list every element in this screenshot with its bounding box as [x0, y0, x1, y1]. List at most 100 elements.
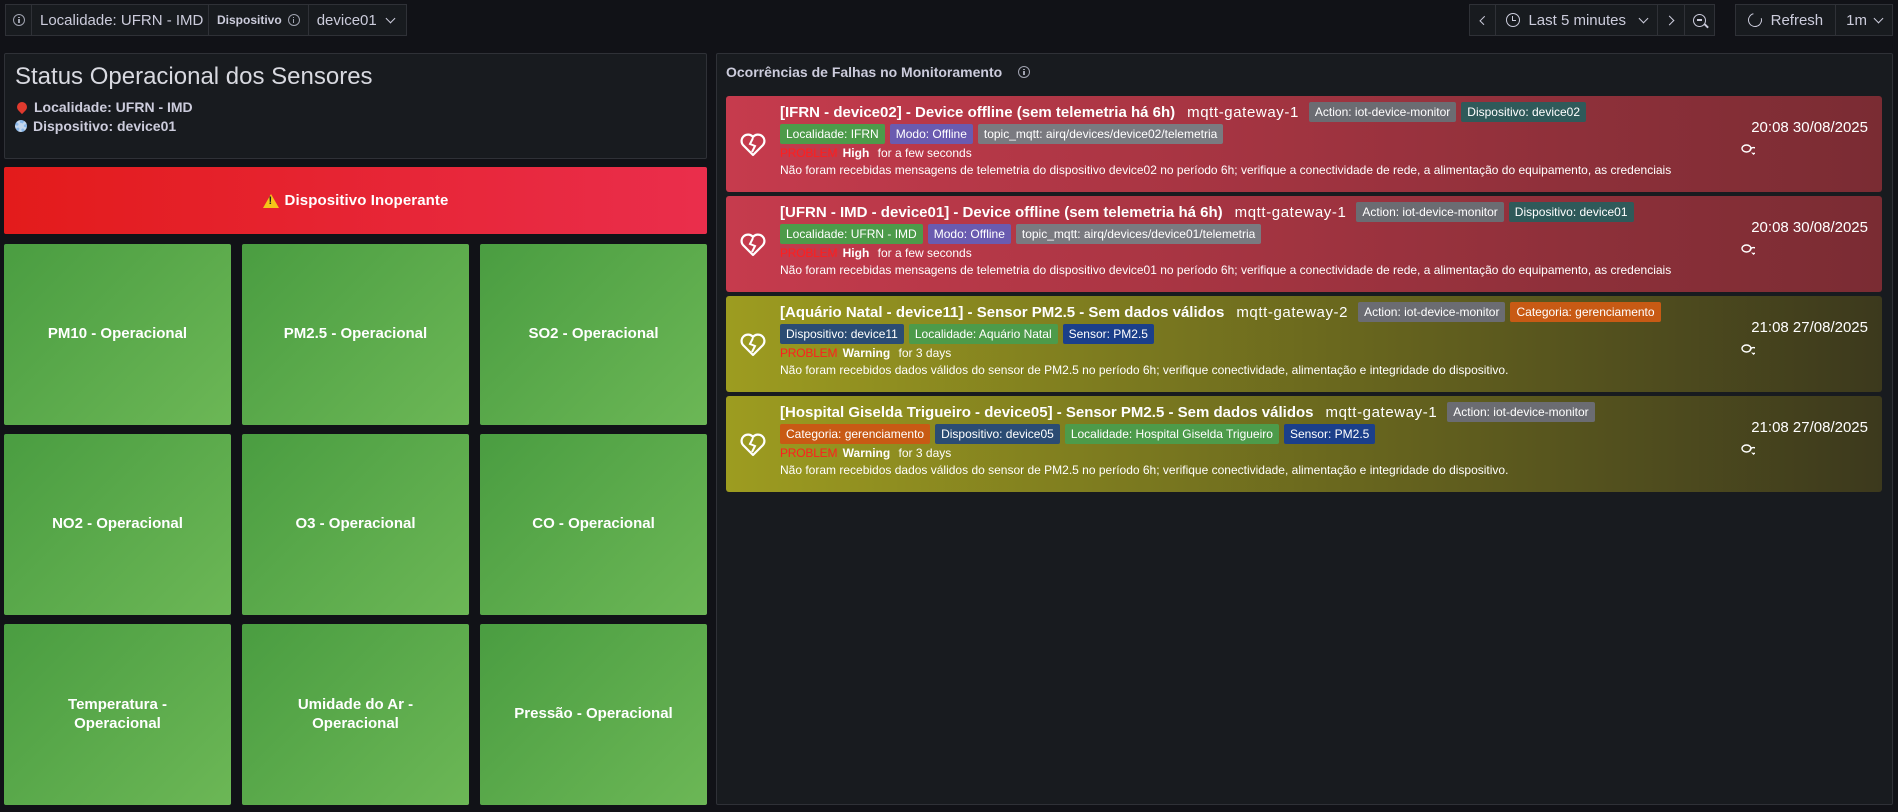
- alert-title: [UFRN - IMD - device01] - Device offline…: [780, 203, 1223, 221]
- sensor-tile-pm25: PM2.5 - Operacional: [242, 244, 469, 425]
- sensor-tile-so2: SO2 - Operacional: [480, 244, 707, 425]
- alert-state: PROBLEM: [780, 146, 838, 160]
- alert-time: 21:08 27/08/2025: [1751, 319, 1868, 336]
- dispositivo-label-text: Dispositivo: [217, 13, 282, 27]
- alert-duration: for 3 days: [898, 346, 952, 360]
- info-icon: [287, 14, 300, 26]
- time-picker: Last 5 minutes: [1469, 4, 1715, 36]
- comments-icon[interactable]: [1741, 144, 1755, 155]
- info-icon[interactable]: [1018, 66, 1031, 78]
- refresh-interval-select[interactable]: 1m: [1836, 4, 1893, 36]
- alert-severity: Warning: [842, 346, 891, 360]
- alert-tag[interactable]: Sensor: PM2.5: [1283, 424, 1376, 444]
- alert-tag[interactable]: Dispositivo: device11: [780, 324, 904, 344]
- alert-tag[interactable]: Localidade: IFRN: [780, 124, 885, 144]
- alert-tag[interactable]: Localidade: UFRN - IMD: [780, 224, 923, 244]
- sensor-label: Umidade do Ar - Operacional: [297, 695, 414, 732]
- alert-duration: for 3 days: [898, 446, 952, 460]
- time-range-select[interactable]: Last 5 minutes: [1496, 4, 1658, 36]
- alert-time: 20:08 30/08/2025: [1751, 219, 1868, 236]
- sensor-label: O3 - Operacional: [295, 515, 416, 533]
- alert-state-row: PROBLEM High for a few seconds: [780, 145, 1872, 161]
- alert-source: mqtt-gateway-1: [1325, 403, 1438, 421]
- alert-source: mqtt-gateway-1: [1187, 103, 1299, 121]
- alert-item[interactable]: [Hospital Giselda Trigueiro - device05] …: [726, 396, 1882, 492]
- broken-heart-icon: [740, 233, 766, 257]
- localidade-info[interactable]: [5, 4, 32, 36]
- status-panel: Status Operacional dos Sensores Localida…: [4, 53, 707, 159]
- time-forward-button[interactable]: [1658, 4, 1685, 36]
- device-status-text: Dispositivo Inoperante: [284, 192, 449, 209]
- sensor-label: Pressão - Operacional: [514, 705, 673, 723]
- alert-tag[interactable]: Dispositivo: device01: [1508, 202, 1634, 222]
- alert-item[interactable]: [Aquário Natal - device11] - Sensor PM2.…: [726, 296, 1882, 392]
- refresh-picker: Refresh 1m: [1734, 4, 1893, 36]
- comments-icon[interactable]: [1741, 244, 1755, 255]
- clock-icon: [1506, 13, 1521, 27]
- alert-description: Não foram recebidos dados válidos do sen…: [780, 363, 1509, 377]
- time-back-button[interactable]: [1469, 4, 1497, 36]
- alert-tag[interactable]: Localidade: Aquário Natal: [908, 324, 1058, 344]
- comments-icon[interactable]: [1741, 444, 1755, 455]
- alert-description: Não foram recebidas mensagens de telemet…: [780, 263, 1672, 277]
- alert-title: [Hospital Giselda Trigueiro - device05] …: [780, 403, 1314, 421]
- alert-tags-row: Categoria: gerenciamento Dispositivo: de…: [780, 423, 1872, 445]
- alert-item[interactable]: [UFRN - IMD - device01] - Device offline…: [726, 196, 1882, 292]
- alert-state-row: PROBLEM Warning for 3 days: [780, 445, 1872, 461]
- alert-tag[interactable]: topic_mqtt: airq/devices/device02/teleme…: [977, 124, 1224, 144]
- alert-tag[interactable]: Modo: Offline: [927, 224, 1011, 244]
- alert-tag[interactable]: Dispositivo: device02: [1461, 102, 1587, 122]
- alert-tags-row: Localidade: IFRN Modo: Offline topic_mqt…: [780, 123, 1872, 145]
- alert-state-row: PROBLEM Warning for 3 days: [780, 345, 1872, 361]
- chevron-down-icon: [1873, 13, 1884, 23]
- status-title: Status Operacional dos Sensores: [15, 63, 373, 90]
- sensor-tile-no2: NO2 - Operacional: [4, 434, 231, 615]
- localidade-select[interactable]: Localidade: UFRN - IMD: [32, 4, 234, 36]
- alert-item[interactable]: [IFRN - device02] - Device offline (sem …: [726, 96, 1882, 192]
- sensor-label: NO2 - Operacional: [52, 515, 183, 533]
- alert-description: Não foram recebidos dados válidos do sen…: [780, 463, 1509, 477]
- sensor-label: Temperatura - Operacional: [68, 695, 167, 732]
- comments-icon[interactable]: [1741, 344, 1755, 355]
- alert-tags-row: Dispositivo: device11 Localidade: Aquári…: [780, 323, 1872, 345]
- alert-tag[interactable]: Localidade: Hospital Giselda Trigueiro: [1064, 424, 1279, 444]
- alert-tag[interactable]: Action: iot-device-monitor: [1356, 202, 1504, 222]
- alert-source: mqtt-gateway-2: [1236, 303, 1349, 321]
- status-localidade-text: Localidade: UFRN - IMD: [34, 99, 193, 115]
- alert-tag[interactable]: Categoria: gerenciamento: [780, 424, 931, 444]
- broken-heart-icon: [740, 433, 766, 457]
- alert-tag[interactable]: Dispositivo: device05: [935, 424, 1060, 444]
- refresh-button[interactable]: Refresh: [1734, 4, 1837, 36]
- alert-state-row: PROBLEM High for a few seconds: [780, 245, 1872, 261]
- alert-severity: High: [842, 146, 870, 160]
- sensor-tile-temperatura: Temperatura - Operacional: [4, 624, 231, 805]
- alert-tag[interactable]: Action: iot-device-monitor: [1358, 302, 1506, 322]
- alerts-panel: Ocorrências de Falhas no Monitoramento […: [716, 53, 1893, 805]
- status-dispositivo: Dispositivo: device01: [15, 118, 696, 134]
- alert-tag[interactable]: Categoria: gerenciamento: [1510, 302, 1661, 322]
- localidade-variable[interactable]: Localidade: UFRN - IMD: [5, 4, 234, 36]
- dispositivo-variable[interactable]: Dispositivo device01: [208, 4, 407, 36]
- alert-source: mqtt-gateway-1: [1234, 203, 1347, 221]
- dashboard-toolbar: Localidade: UFRN - IMD Dispositivo devic…: [5, 4, 1893, 36]
- alert-tag[interactable]: Action: iot-device-monitor: [1308, 102, 1457, 122]
- alert-tag[interactable]: topic_mqtt: airq/devices/device01/teleme…: [1015, 224, 1262, 244]
- alert-severity: Warning: [842, 446, 891, 460]
- dispositivo-select[interactable]: device01: [308, 4, 407, 36]
- alert-tag[interactable]: Sensor: PM2.5: [1062, 324, 1154, 344]
- alert-header-row: [UFRN - IMD - device01] - Device offline…: [780, 201, 1872, 223]
- dispositivo-label: Dispositivo: [208, 4, 309, 36]
- alert-tag[interactable]: Action: iot-device-monitor: [1447, 402, 1595, 422]
- alert-title: [Aquário Natal - device11] - Sensor PM2.…: [780, 303, 1225, 321]
- alert-header-row: [Aquário Natal - device11] - Sensor PM2.…: [780, 301, 1872, 323]
- zoom-out-button[interactable]: [1685, 4, 1715, 36]
- chevron-down-icon: [1638, 13, 1649, 23]
- alert-time: 21:08 27/08/2025: [1751, 419, 1868, 436]
- device-status-banner: Dispositivo Inoperante: [4, 167, 707, 234]
- alert-duration: for a few seconds: [877, 246, 972, 260]
- sensor-tile-pm10: PM10 - Operacional: [4, 244, 231, 425]
- alert-tag[interactable]: Modo: Offline: [889, 124, 973, 144]
- info-icon: [13, 14, 25, 26]
- localidade-select-value: Localidade: UFRN - IMD: [40, 11, 204, 29]
- chevron-left-icon: [1479, 15, 1490, 25]
